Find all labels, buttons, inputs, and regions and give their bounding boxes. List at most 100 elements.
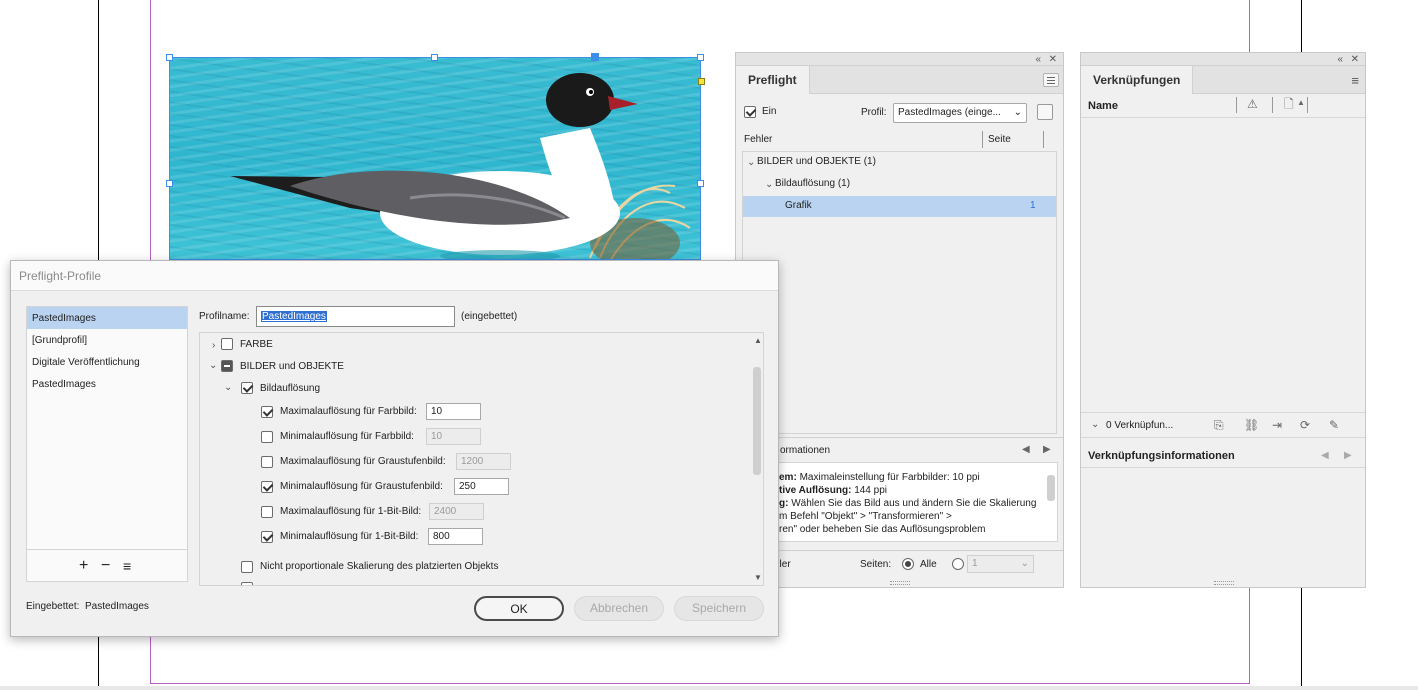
profile-list: PastedImages [Grundprofil] Digitale Verö… (26, 306, 188, 582)
rule-label: Maximalauflösung für Graustufenbild: (280, 456, 446, 467)
rule-value-input[interactable]: 10 (426, 428, 481, 445)
handle-ml[interactable] (166, 180, 173, 187)
chevron-down-icon[interactable]: ⌄ (1091, 420, 1099, 430)
tab-links[interactable]: Verknüpfungen (1081, 66, 1194, 94)
next-rule-checkbox[interactable] (241, 582, 253, 585)
add-profile-button[interactable]: + (79, 558, 88, 574)
handle-tr[interactable] (697, 54, 704, 61)
info-scrollbar[interactable] (1047, 475, 1055, 501)
next-icon[interactable]: ▶ (1043, 444, 1051, 456)
scroll-up-icon[interactable]: ▲ (754, 336, 762, 346)
rules-scrollbar-track[interactable]: ▲ ▼ (752, 333, 763, 585)
chevron-down-icon[interactable]: ⌄ (209, 361, 217, 371)
chevron-down-icon[interactable]: ⌄ (224, 383, 232, 393)
nonprop-checkbox[interactable] (241, 561, 253, 573)
rule-value-input[interactable]: 250 (454, 478, 509, 495)
define-profiles-icon[interactable] (1037, 104, 1053, 120)
rules-scrollbar-thumb[interactable] (753, 367, 761, 475)
profile-item-label: PastedImages (32, 379, 96, 390)
rule-checkbox[interactable] (261, 406, 273, 418)
preflight-on-label: Ein (762, 106, 777, 117)
corner-options-handle[interactable] (698, 78, 705, 85)
handle-tm[interactable] (431, 54, 438, 61)
next-icon[interactable]: ▶ (1344, 450, 1352, 462)
profile-select[interactable]: PastedImages (einge... ⌄ (893, 103, 1027, 123)
handle-content-grabber[interactable] (591, 53, 599, 61)
warning-icon[interactable]: ⚠ (1247, 98, 1258, 110)
pages-range-select[interactable]: 1 ⌄ (967, 555, 1034, 573)
collapse-icon[interactable]: « (1035, 55, 1041, 65)
close-icon[interactable]: ✕ (1049, 55, 1057, 65)
rule-value-input[interactable]: 10 (426, 403, 481, 420)
go-to-link-icon[interactable]: ⇥ (1272, 419, 1282, 431)
ok-button[interactable]: OK (474, 596, 564, 621)
preflight-on-checkbox[interactable] (744, 106, 756, 118)
scrollbar-bottom[interactable] (0, 686, 1418, 690)
info-value: Wählen Sie das Bild aus und ändern Sie d… (791, 498, 1037, 509)
profile-menu-button[interactable]: ≡ (123, 558, 131, 574)
panel-menu-icon[interactable]: ≡ (1351, 73, 1359, 88)
tree-row[interactable]: ⌄ BILDER und OBJEKTE (1) (743, 152, 1056, 173)
profile-label: Profil: (861, 107, 887, 118)
resolution-checkbox[interactable] (241, 382, 253, 394)
remove-profile-button[interactable]: − (101, 558, 110, 574)
chevron-down-icon[interactable]: ⌄ (765, 180, 773, 190)
rule-checkbox[interactable] (261, 481, 273, 493)
link-info-header: Verknüpfungsinformationen ◀ ▶ (1081, 444, 1365, 468)
profile-list-item[interactable]: [Grundprofil] (27, 329, 187, 351)
tree-row-selected[interactable]: Grafik 1 (743, 196, 1056, 217)
rule-checkbox[interactable] (261, 456, 273, 468)
chevron-down-icon[interactable]: ⌄ (747, 158, 755, 168)
collapse-icon[interactable]: « (1337, 55, 1343, 65)
cancel-button[interactable]: Abbrechen (574, 596, 664, 621)
relink-icon[interactable]: ⛓ (1244, 419, 1259, 431)
prev-icon[interactable]: ◀ (1022, 444, 1030, 456)
embedded-status-label: Eingebettet: (26, 601, 80, 612)
rule-checkbox[interactable] (261, 431, 273, 443)
pages-all-radio[interactable] (902, 558, 914, 570)
profile-select-value: PastedImages (einge... (898, 107, 1001, 118)
panel-menu-icon[interactable] (1043, 73, 1059, 87)
errors-header: Fehler (744, 134, 773, 145)
close-icon[interactable]: ✕ (1351, 55, 1359, 65)
prev-icon[interactable]: ◀ (1321, 450, 1329, 462)
profile-name-value: PastedImages (261, 311, 327, 322)
resize-grip[interactable] (890, 581, 910, 585)
rule-checkbox[interactable] (261, 531, 273, 543)
images-checkbox[interactable] (221, 360, 233, 372)
scroll-down-icon[interactable]: ▼ (754, 573, 762, 583)
tree-row-page[interactable]: 1 (1030, 199, 1036, 213)
handle-tl[interactable] (166, 54, 173, 61)
profile-list-item[interactable]: Digitale Veröffentlichung (27, 351, 187, 373)
edit-original-icon[interactable]: ✎ (1329, 419, 1339, 431)
color-checkbox[interactable] (221, 338, 233, 350)
sort-ascending-icon[interactable]: ▲ (1297, 97, 1305, 109)
pages-label: Seiten: (860, 559, 892, 570)
rule-value-input[interactable]: 1200 (456, 453, 511, 470)
links-toolbar: ⌄ 0 Verknüpfun... ⎘ ⛓ ⇥ ⟳ ✎ (1081, 412, 1365, 438)
panel-topbar: « ✕ (736, 53, 1063, 66)
rule-checkbox[interactable] (261, 506, 273, 518)
info-header: ormationen ◀ ▶ (736, 437, 1063, 461)
resize-grip[interactable] (1214, 581, 1234, 585)
update-link-icon[interactable]: ⟳ (1300, 419, 1310, 431)
page-icon[interactable]: 🗋 (1284, 98, 1294, 110)
relink-from-cc-icon[interactable]: ⎘ (1214, 419, 1224, 431)
tree-row[interactable]: ⌄ Bildauflösung (1) (743, 174, 1056, 195)
tab-preflight[interactable]: Preflight (736, 66, 810, 94)
profile-list-item-selected[interactable]: PastedImages (27, 307, 187, 329)
name-header[interactable]: Name (1088, 99, 1118, 113)
handle-mr[interactable] (697, 180, 704, 187)
rule-value-input[interactable]: 800 (428, 528, 483, 545)
placed-image[interactable] (169, 57, 701, 260)
dialog-titlebar[interactable]: Preflight-Profile (11, 261, 778, 291)
pages-range-radio[interactable] (952, 558, 964, 570)
info-value: Maximaleinstellung für Farbbilder: 10 pp… (799, 472, 980, 483)
profile-name-input[interactable]: PastedImages (256, 306, 455, 327)
save-button[interactable]: Speichern (674, 596, 764, 621)
chevron-right-icon[interactable]: › (212, 341, 215, 351)
link-info-title: Verknüpfungsinformationen (1088, 450, 1235, 462)
rule-value-input[interactable]: 2400 (429, 503, 484, 520)
rule-label: Minimalauflösung für Farbbild: (280, 431, 414, 442)
profile-list-item[interactable]: PastedImages (27, 373, 187, 395)
